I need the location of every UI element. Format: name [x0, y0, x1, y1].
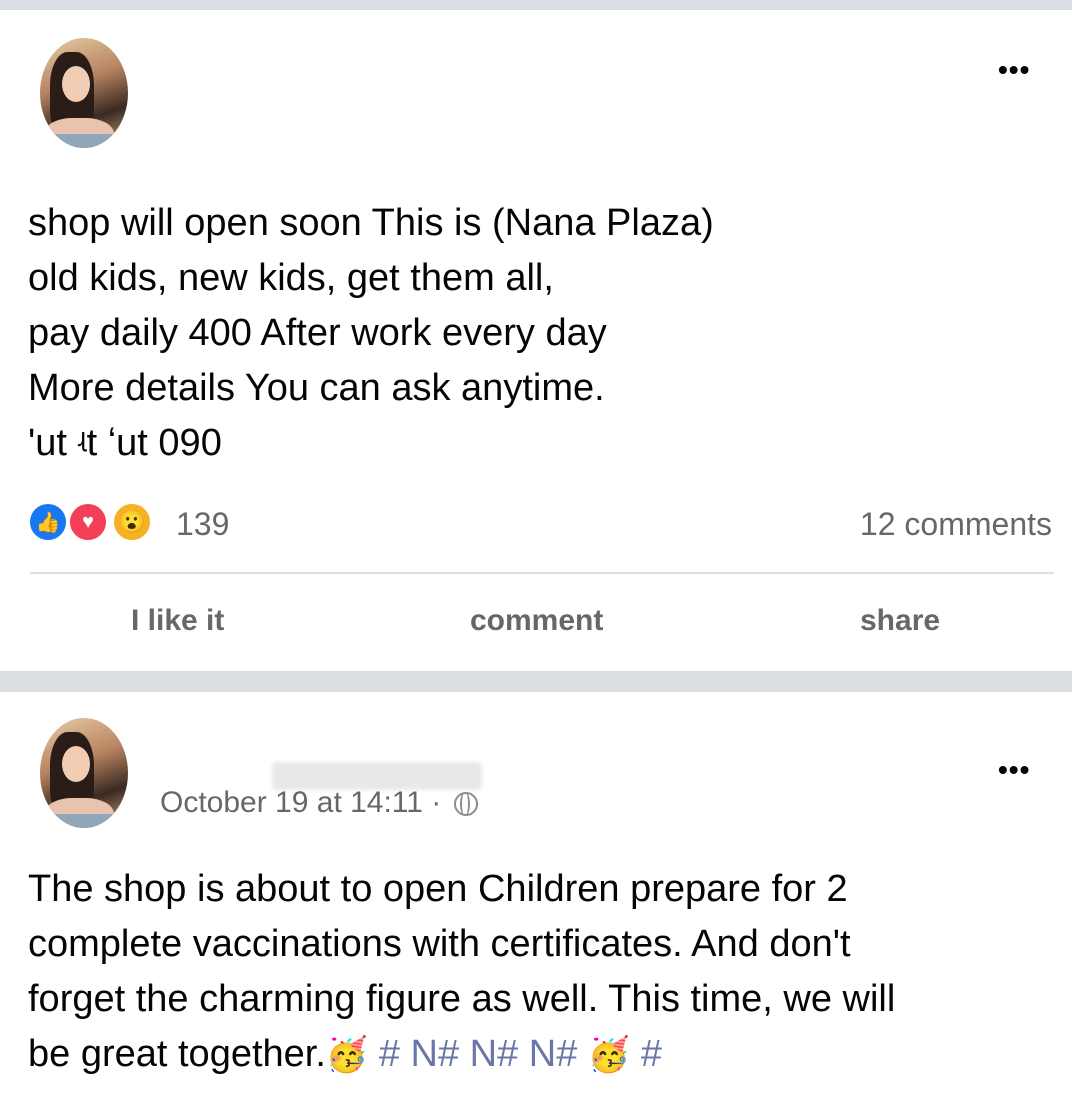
more-options-icon[interactable]: ••• — [998, 56, 1030, 84]
post-timestamp[interactable]: October 19 at 14:11 · — [160, 786, 478, 820]
like-button[interactable]: I like it — [131, 604, 224, 638]
hashtag[interactable]: # — [641, 1033, 662, 1075]
post-line: complete vaccinations with certificates.… — [28, 923, 851, 965]
feed-separator-top — [0, 0, 1072, 10]
post-line: 'ut ʵt ʻut 090 — [28, 422, 222, 464]
hashtags[interactable]: # N# N# N# — [379, 1033, 578, 1075]
more-options-icon[interactable]: ••• — [998, 756, 1030, 784]
like-icon: 👍 — [28, 502, 68, 542]
post-body: shop will open soon This is (Nana Plaza)… — [28, 196, 714, 471]
globe-icon — [453, 792, 478, 817]
post-line: More details You can ask anytime. — [28, 367, 605, 409]
avatar-top — [40, 814, 128, 828]
avatar-face — [62, 66, 90, 102]
party-face-icon: 🥳 — [325, 1036, 369, 1074]
avatar-face — [62, 746, 90, 782]
avatar-top — [40, 134, 128, 148]
avatar[interactable] — [40, 718, 128, 828]
feed-separator — [0, 671, 1072, 692]
post-line: The shop is about to open Children prepa… — [28, 868, 848, 910]
share-button[interactable]: share — [860, 604, 940, 638]
post-line: shop will open soon This is (Nana Plaza) — [28, 202, 714, 244]
divider — [30, 572, 1054, 574]
post-line-text: be great together. — [28, 1033, 326, 1075]
post-line: pay daily 400 After work every day — [28, 312, 607, 354]
wow-icon: 😮 — [112, 502, 152, 542]
post-line: old kids, new kids, get them all, — [28, 257, 554, 299]
post-body: The shop is about to open Children prepa… — [28, 862, 895, 1083]
comments-count-link[interactable]: 12 comments — [860, 506, 1052, 543]
post-line: be great together.🥳 # N# N# N# 🥳 # — [28, 1027, 895, 1083]
comment-button[interactable]: comment — [470, 604, 603, 638]
avatar[interactable] — [40, 38, 128, 148]
post-line: forget the charming figure as well. This… — [28, 978, 896, 1020]
love-icon: ♥ — [68, 502, 108, 542]
party-face-icon: 🥳 — [587, 1036, 631, 1074]
reaction-count[interactable]: 139 — [176, 506, 229, 543]
reaction-icons[interactable]: 👍 ♥ 😮 — [28, 502, 158, 544]
timestamp-text: October 19 at 14:11 · — [160, 786, 442, 819]
